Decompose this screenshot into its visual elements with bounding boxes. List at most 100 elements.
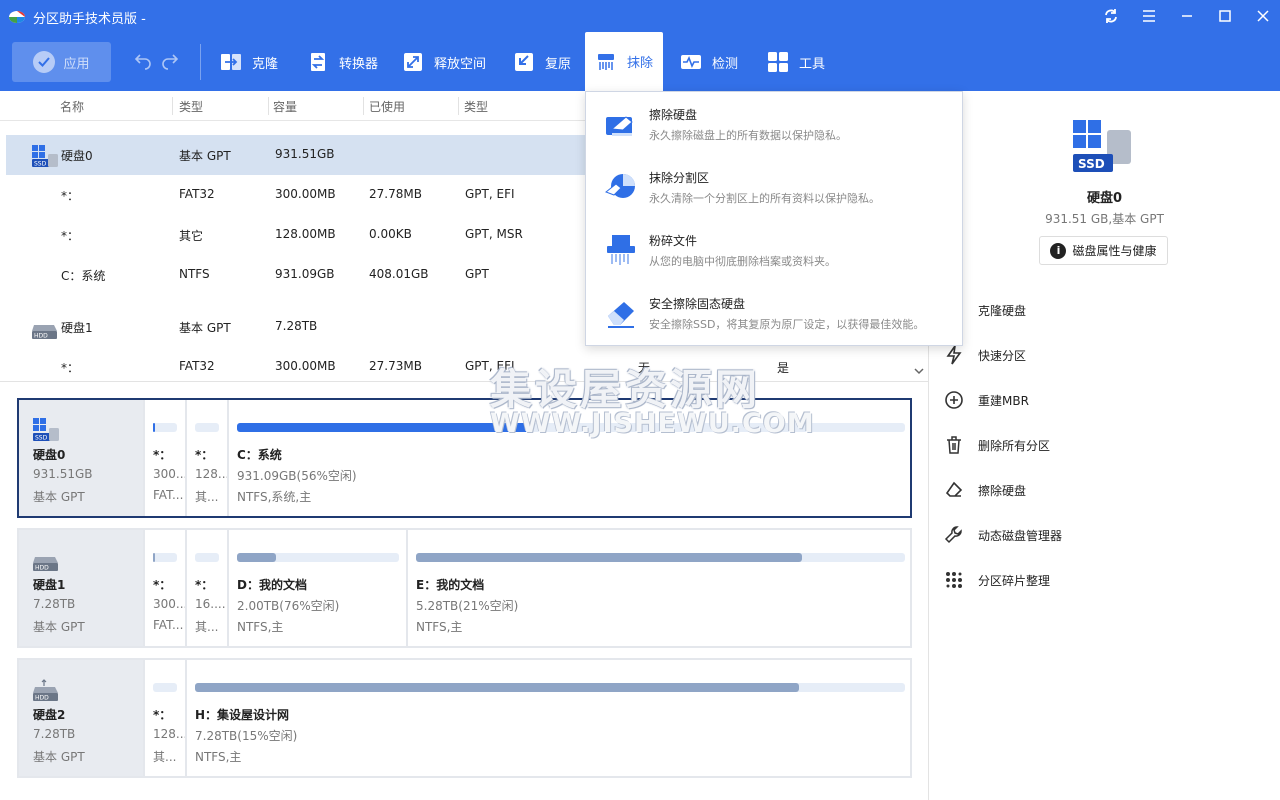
menu-item-title: 抹除分割区 <box>649 171 710 185</box>
column-header-type[interactable]: 类型 <box>179 98 203 115</box>
action-label: 动态磁盘管理器 <box>978 528 1063 543</box>
usb-hdd-disk-icon: HDD <box>33 679 58 702</box>
menu-item-title: 擦除硬盘 <box>649 108 698 122</box>
app-logo-icon <box>9 11 25 23</box>
disk-name: 硬盘2 <box>33 708 66 722</box>
toolbar-check[interactable]: 检测 <box>674 42 744 82</box>
rebuild-mbr-icon <box>945 391 963 409</box>
column-header-capacity[interactable]: 容量 <box>273 98 297 115</box>
tools-icon <box>768 52 788 72</box>
toolbar-clone-label: 克隆 <box>252 56 279 72</box>
column-header-used[interactable]: 已使用 <box>369 98 405 115</box>
row-capacity: 7.28TB <box>275 319 318 333</box>
column-header-name[interactable]: 名称 <box>60 98 84 115</box>
watermark-url: WWW.JISHEWU.COM <box>490 408 815 439</box>
action-delete-all[interactable]: 删除所有分区 <box>944 434 1050 456</box>
menu-item-title: 粉碎文件 <box>649 234 698 248</box>
row-name: 硬盘1 <box>61 321 93 335</box>
toolbar-free-space[interactable]: 释放空间 <box>396 42 492 82</box>
maximize-button[interactable] <box>1215 6 1235 26</box>
partition-block[interactable]: *： 300... FAT... <box>143 400 185 516</box>
apply-button[interactable]: 应用 <box>12 42 111 82</box>
action-rebuild-mbr[interactable]: 重建MBR <box>944 389 1029 411</box>
shred-file-icon <box>607 235 635 265</box>
partition-fs: 其... <box>195 620 219 634</box>
toolbar-wipe[interactable]: 抹除 <box>585 32 663 91</box>
column-divider[interactable] <box>458 97 459 115</box>
action-dynamic-disk[interactable]: 动态磁盘管理器 <box>944 524 1062 546</box>
partition-block[interactable]: *： 128... 其... <box>185 400 227 516</box>
row-type: 基本 GPT <box>179 321 231 335</box>
row-ptype: GPT, MSR <box>465 227 523 241</box>
toolbar-check-label: 检测 <box>712 56 739 72</box>
svg-text:HDD: HDD <box>35 695 49 702</box>
partition-block-e[interactable]: E：我的文档 5.28TB(21%空闲) NTFS,主 <box>406 530 910 646</box>
partition-block-h[interactable]: H：集设屋设计网 7.28TB(15%空闲) NTFS,主 <box>185 660 910 776</box>
partition-block-d[interactable]: D：我的文档 2.00TB(76%空闲) NTFS,主 <box>227 530 406 646</box>
column-divider[interactable] <box>268 97 269 115</box>
refresh-button[interactable] <box>1101 6 1121 26</box>
disk-size: 931.51GB <box>33 467 93 481</box>
redo-icon[interactable] <box>160 52 180 70</box>
partition-name: *： <box>153 708 172 722</box>
row-name: *： <box>61 189 80 203</box>
partition-usage-bar <box>153 423 177 432</box>
column-divider[interactable] <box>172 97 173 115</box>
wipe-disk-icon <box>606 116 633 136</box>
action-defrag[interactable]: 分区碎片整理 <box>944 569 1050 591</box>
hamburger-icon <box>1143 10 1155 22</box>
partition-fs: FAT... <box>153 488 184 502</box>
row-used: 27.78MB <box>369 187 422 201</box>
svg-text:SSD: SSD <box>34 161 47 168</box>
menu-button[interactable] <box>1139 6 1159 26</box>
toolbar-free-space-label: 释放空间 <box>434 56 487 72</box>
partition-block[interactable]: *： 128... 其... <box>143 660 185 776</box>
partition-name: E：我的文档 <box>416 578 485 592</box>
column-header-ptype[interactable]: 类型 <box>464 98 488 115</box>
clone-icon <box>221 54 241 70</box>
toolbar-wipe-label: 抹除 <box>627 56 654 71</box>
disk-properties-button[interactable]: i 磁盘属性与健康 <box>1039 236 1168 265</box>
toolbar-clone[interactable]: 克隆 <box>214 42 284 82</box>
partition-size: 300... <box>153 467 185 481</box>
column-divider[interactable] <box>363 97 364 115</box>
disk-card-disk2[interactable]: HDD 硬盘2 7.28TB 基本 GPT *： 128... 其... H：集… <box>17 658 912 778</box>
row-extra-flag: 是 <box>777 361 790 375</box>
menu-item-secure-erase-ssd[interactable]: 安全擦除固态硬盘 安全擦除SSD，将其复原为原厂设定，以获得最佳效能。 <box>586 282 962 342</box>
partition-size: 5.28TB(21%空闲) <box>416 599 519 613</box>
pane-divider[interactable] <box>0 381 928 382</box>
disk-card-disk1[interactable]: HDD 硬盘1 7.28TB 基本 GPT *： 300... FAT... *… <box>17 528 912 648</box>
disk-size: 7.28TB <box>33 597 76 611</box>
toolbar-restore[interactable]: 复原 <box>507 42 577 82</box>
trash-icon <box>947 436 961 454</box>
menu-item-shred-file[interactable]: 粉碎文件 从您的电脑中彻底删除档案或资料夹。 <box>586 219 962 279</box>
minimize-button[interactable] <box>1177 6 1197 26</box>
partition-usage-fill <box>153 423 156 432</box>
toolbar-convert[interactable]: 转换器 <box>301 42 384 82</box>
row-name: *： <box>61 361 80 375</box>
partition-usage-fill <box>237 423 531 432</box>
partition-block[interactable]: *： 16.... 其... <box>185 530 227 646</box>
close-button[interactable] <box>1253 6 1273 26</box>
menu-item-wipe-partition[interactable]: 抹除分割区 永久清除一个分割区上的所有资料以保护隐私。 <box>586 156 962 216</box>
row-name: 硬盘0 <box>61 149 93 163</box>
action-quick-partition[interactable]: 快速分区 <box>944 344 1026 366</box>
undo-icon[interactable] <box>133 52 153 70</box>
partition-block[interactable]: *： 300... FAT... <box>143 530 185 646</box>
scroll-down-icon[interactable] <box>912 364 926 378</box>
row-capacity: 931.51GB <box>275 147 335 161</box>
action-label: 重建MBR <box>978 393 1029 408</box>
toolbar-separator <box>200 44 201 80</box>
menu-item-wipe-disk[interactable]: 擦除硬盘 永久擦除磁盘上的所有数据以保护隐私。 <box>586 93 962 153</box>
partition-fs: FAT... <box>153 618 184 632</box>
partition-usage-bar <box>195 553 219 562</box>
partition-size: 300... <box>153 597 185 611</box>
row-capacity: 128.00MB <box>275 227 336 241</box>
hdd-disk-icon: HDD <box>33 557 58 572</box>
action-erase-disk[interactable]: 擦除硬盘 <box>944 479 1026 501</box>
toolbar-tools[interactable]: 工具 <box>761 42 831 82</box>
disk-type: 基本 GPT <box>33 750 85 764</box>
partition-usage-fill <box>237 553 276 562</box>
row-used: 408.01GB <box>369 267 429 281</box>
check-icon <box>33 51 56 73</box>
